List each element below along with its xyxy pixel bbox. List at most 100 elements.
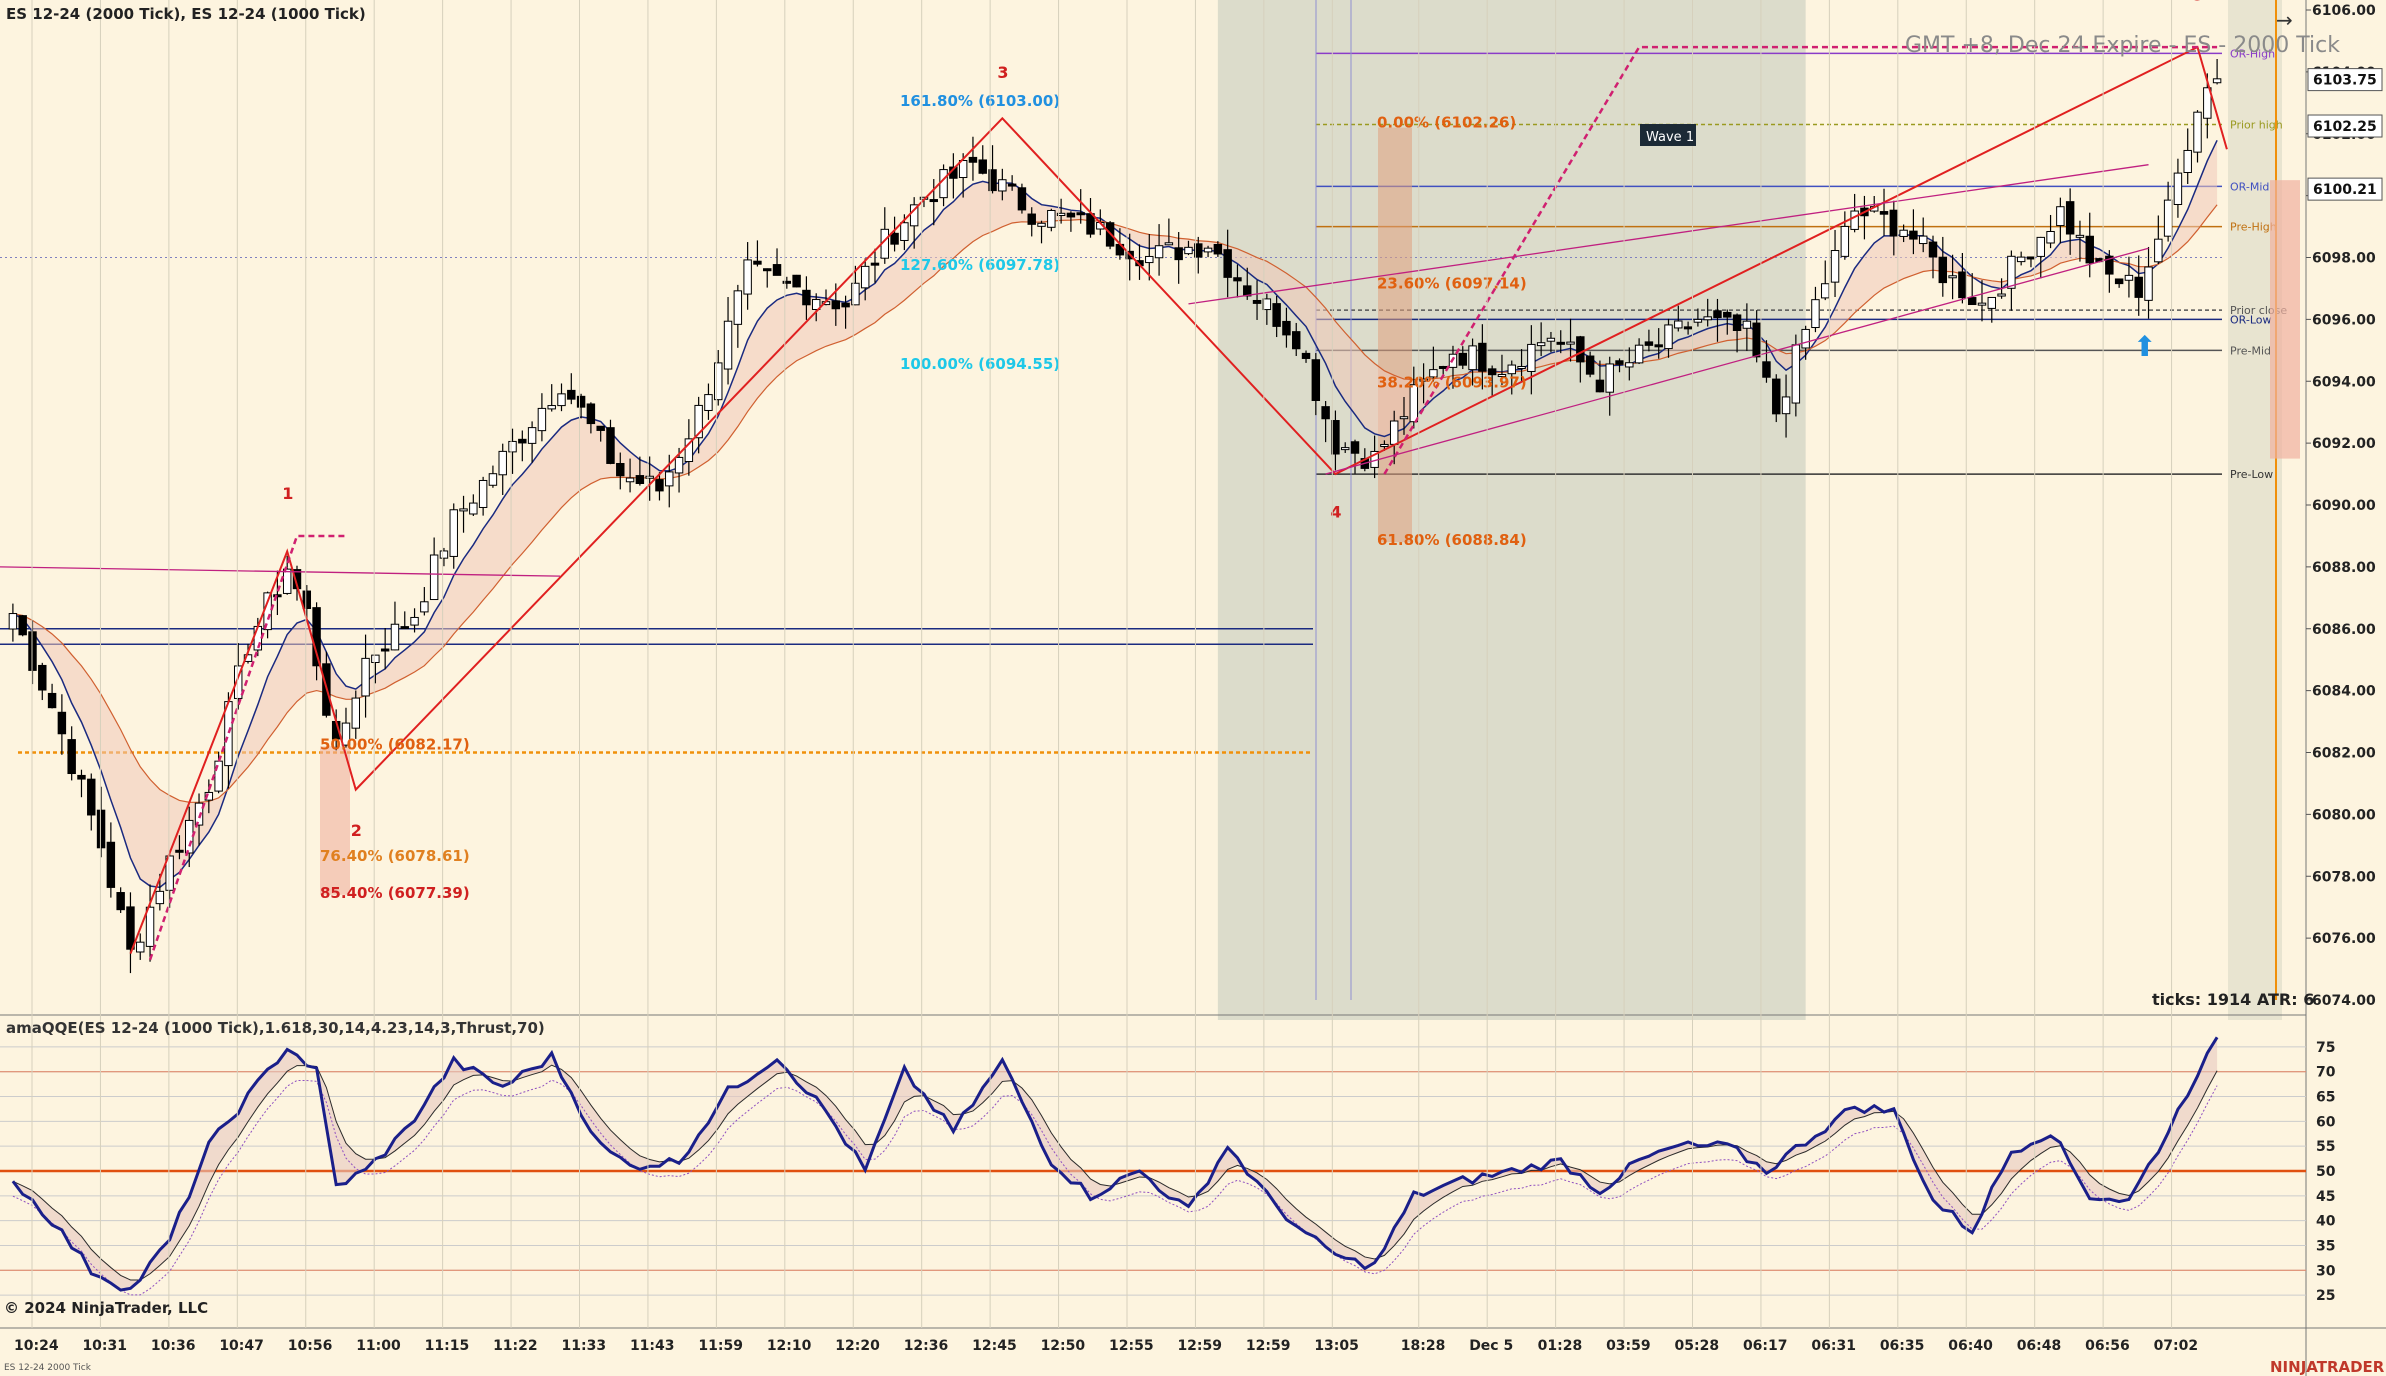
candle-body[interactable] [743,259,752,295]
candle-body[interactable] [978,159,987,174]
candle-body[interactable] [1889,209,1899,237]
candle-body[interactable] [792,274,801,288]
candle-body[interactable] [1252,299,1262,304]
candle-body[interactable] [106,841,116,888]
candle-body[interactable] [557,393,566,407]
candle-body[interactable] [126,906,135,950]
candle-body[interactable] [2124,274,2134,281]
candle-body[interactable] [704,394,713,411]
candle-body[interactable] [753,260,762,265]
candle-body[interactable] [2007,255,2016,289]
candle-body[interactable] [518,438,527,444]
candle-body[interactable] [1713,310,1722,319]
candle-body[interactable] [616,463,625,477]
candle-body[interactable] [18,615,27,636]
candle-body[interactable] [1644,341,1654,346]
candle-body[interactable] [900,222,909,241]
candle-body[interactable] [1478,342,1487,372]
candle-body[interactable] [1615,360,1624,365]
candle-body[interactable] [410,616,419,626]
candle-body[interactable] [1233,277,1242,282]
candle-body[interactable] [1634,344,1644,364]
candle-body[interactable] [38,664,47,691]
candle-body[interactable] [763,268,772,272]
candle-body[interactable] [1184,246,1193,255]
candle-body[interactable] [1380,443,1389,447]
candle-body[interactable] [449,509,458,557]
candle-body[interactable] [1879,211,1889,215]
candle-body[interactable] [1967,297,1977,306]
candle-body[interactable] [2183,149,2192,173]
candle-body[interactable] [1958,271,1967,299]
candle-body[interactable] [185,819,194,854]
candle-body[interactable] [890,232,899,245]
candle-body[interactable] [1458,352,1467,366]
candle-body[interactable] [2046,230,2055,244]
candle-body[interactable] [400,626,409,630]
candle-body[interactable] [596,425,605,431]
candle-body[interactable] [1399,416,1409,420]
candle-body[interactable] [1918,235,1928,245]
candle-body[interactable] [1742,320,1752,329]
candle-body[interactable] [380,648,390,652]
candle-body[interactable] [635,475,645,484]
candle-body[interactable] [429,554,439,601]
candle-body[interactable] [1556,341,1565,345]
candle-body[interactable] [1203,247,1213,253]
candle-body[interactable] [576,395,586,408]
candle-body[interactable] [1909,230,1918,240]
candle-body[interactable] [116,892,125,911]
candle-body[interactable] [67,739,76,775]
candle-body[interactable] [361,657,370,697]
candle-body[interactable] [1987,296,1997,309]
candle-body[interactable] [567,389,576,400]
candle-body[interactable] [586,403,596,425]
candle-body[interactable] [1174,247,1183,261]
candle-body[interactable] [1595,379,1605,393]
candle-body[interactable] [1566,341,1575,345]
candle-body[interactable] [1311,359,1321,402]
candle-body[interactable] [1948,275,1957,279]
candle-body[interactable] [1047,209,1056,228]
candle-body[interactable] [1007,183,1017,187]
candle-body[interactable] [1938,256,1948,284]
candle-body[interactable] [478,479,488,508]
candle-body[interactable] [1576,336,1585,363]
candle-body[interactable] [1272,303,1281,327]
candle-body[interactable] [1282,320,1291,336]
candle-body[interactable] [1037,222,1046,227]
candle-body[interactable] [1585,355,1595,375]
candle-body[interactable] [459,508,468,512]
candle-body[interactable] [1683,326,1693,330]
candle-body[interactable] [2173,172,2183,205]
candle-body[interactable] [96,809,106,849]
candle-body[interactable] [1017,187,1027,211]
candle-body[interactable] [870,262,880,266]
candle-body[interactable] [674,456,684,474]
candle-body[interactable] [1536,342,1546,347]
candle-body[interactable] [2085,235,2094,264]
candle-body[interactable] [498,450,507,476]
candle-body[interactable] [2144,266,2153,301]
candle-body[interactable] [1389,420,1399,445]
candle-body[interactable] [1928,241,1938,258]
candle-body[interactable] [145,906,155,947]
candle-body[interactable] [469,502,478,515]
candle-body[interactable] [302,590,312,609]
candle-body[interactable] [371,654,380,663]
candle-body[interactable] [1830,250,1840,283]
candle-body[interactable] [1301,352,1311,359]
candle-body[interactable] [1723,311,1732,318]
candle-body[interactable] [802,289,811,306]
candle-body[interactable] [2036,236,2045,257]
candle-body[interactable] [1840,225,1850,257]
candle-body[interactable] [1654,344,1663,348]
candle-body[interactable] [1292,331,1301,350]
candle-body[interactable] [1605,363,1614,393]
candle-body[interactable] [782,280,792,284]
candle-body[interactable] [1781,396,1791,415]
candle-body[interactable] [1331,420,1340,455]
candle-body[interactable] [1468,345,1477,371]
candle-body[interactable] [1546,337,1556,342]
candle-body[interactable] [733,290,743,325]
